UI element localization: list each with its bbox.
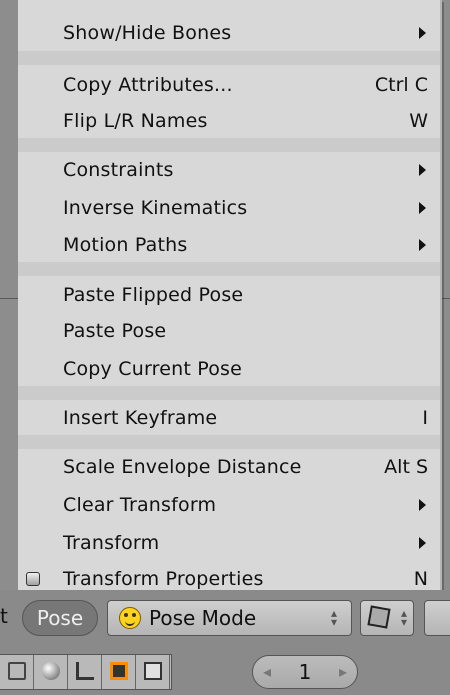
menu-item-label: Transform — [63, 531, 160, 554]
menu-item-paste-flipped-pose[interactable]: Paste Flipped Pose — [18, 276, 440, 313]
menu-item-constraints[interactable]: Constraints — [18, 151, 440, 188]
list-icon — [8, 662, 26, 680]
dropdown-updown-icon: ▴ ▾ — [331, 606, 338, 629]
pose-menu-button[interactable]: Pose — [22, 600, 98, 636]
menu-item-label: Show/Hide Bones — [63, 21, 232, 44]
submenu-arrow-icon — [419, 536, 426, 549]
menu-item-scale-envelope-distance[interactable]: Scale Envelope Distance Alt S — [18, 448, 440, 485]
menu-item-label: Clear Transform — [63, 493, 217, 516]
menu-item-label: Inverse Kinematics — [63, 196, 248, 219]
menu-item-clear-transform[interactable]: Clear Transform — [18, 486, 440, 523]
truncated-menu-label[interactable]: t — [0, 604, 8, 628]
mode-select[interactable]: Pose Mode ▴ ▾ — [107, 600, 352, 636]
menu-item-label: Scale Envelope Distance — [63, 455, 302, 478]
menu-separator — [18, 262, 440, 276]
pose-mode-icon — [119, 607, 141, 629]
increment-arrow-icon[interactable]: ▸ — [339, 662, 347, 681]
menu-item-shortcut: Ctrl C — [374, 73, 428, 96]
menu-item-transform[interactable]: Transform — [18, 524, 440, 561]
submenu-arrow-icon — [419, 238, 426, 251]
pivot-button[interactable] — [424, 600, 450, 636]
menu-item-show-hide-bones[interactable]: Show/Hide Bones — [18, 14, 440, 51]
menu-separator — [18, 138, 440, 152]
menu-item-paste-pose[interactable]: Paste Pose — [18, 312, 440, 349]
menu-item-label: Transform Properties — [63, 567, 264, 590]
submenu-arrow-icon — [419, 498, 426, 511]
menu-item-copy-current-pose[interactable]: Copy Current Pose — [18, 350, 440, 387]
submenu-arrow-icon — [419, 201, 426, 214]
menu-item-label: Motion Paths — [63, 233, 188, 256]
menu-item-label: Copy Current Pose — [63, 357, 243, 380]
menu-item-motion-paths[interactable]: Motion Paths — [18, 226, 440, 263]
menu-separator — [18, 51, 440, 65]
menu-item-label: Paste Pose — [63, 319, 167, 342]
toggle-axis-button[interactable] — [68, 655, 102, 689]
menu-item-shortcut: I — [422, 406, 428, 429]
toggle-image-button[interactable] — [136, 655, 170, 689]
mode-select-value: Pose Mode — [149, 606, 257, 630]
menu-item-label: Constraints — [63, 158, 174, 181]
menu-item-inverse-kinematics[interactable]: Inverse Kinematics — [18, 189, 440, 226]
pose-menu-label: Pose — [36, 606, 84, 630]
menu-item-label: Paste Flipped Pose — [63, 283, 244, 306]
checkbox-icon[interactable] — [26, 571, 40, 586]
menu-separator — [18, 435, 440, 449]
menu-separator — [18, 386, 440, 400]
pose-menu: Show/Hide Bones Copy Attributes... Ctrl … — [18, 0, 442, 590]
frame-number-field[interactable]: ◂ 1 ▸ — [252, 655, 358, 689]
toggle-list-button[interactable] — [0, 655, 34, 689]
menu-item-label: Insert Keyframe — [63, 406, 218, 429]
menu-item-label: Copy Attributes... — [63, 73, 233, 96]
frame-value: 1 — [298, 660, 312, 684]
menu-item-shortcut: W — [409, 109, 428, 132]
viewport-shading-button[interactable]: ▴ ▾ — [360, 600, 414, 636]
submenu-arrow-icon — [419, 163, 426, 176]
view-toggle-group — [0, 654, 172, 690]
menu-item-insert-keyframe[interactable]: Insert Keyframe I — [18, 399, 440, 436]
menu-item-copy-attributes[interactable]: Copy Attributes... Ctrl C — [18, 66, 440, 103]
menu-item-flip-names[interactable]: Flip L/R Names W — [18, 102, 440, 139]
menu-item-shortcut: N — [413, 567, 428, 590]
toggle-sphere-button[interactable] — [34, 655, 68, 689]
sphere-icon — [42, 662, 60, 680]
menu-item-shortcut: Alt S — [384, 455, 428, 478]
image-icon — [144, 662, 162, 680]
decrement-arrow-icon[interactable]: ◂ — [263, 662, 271, 681]
menu-item-label: Flip L/R Names — [63, 109, 208, 132]
toggle-square-button[interactable] — [102, 655, 136, 689]
cube-icon — [367, 605, 391, 629]
submenu-arrow-icon — [419, 26, 426, 39]
dropdown-updown-icon: ▴ ▾ — [400, 606, 407, 629]
axis-icon — [76, 662, 94, 680]
square-icon — [110, 662, 128, 680]
